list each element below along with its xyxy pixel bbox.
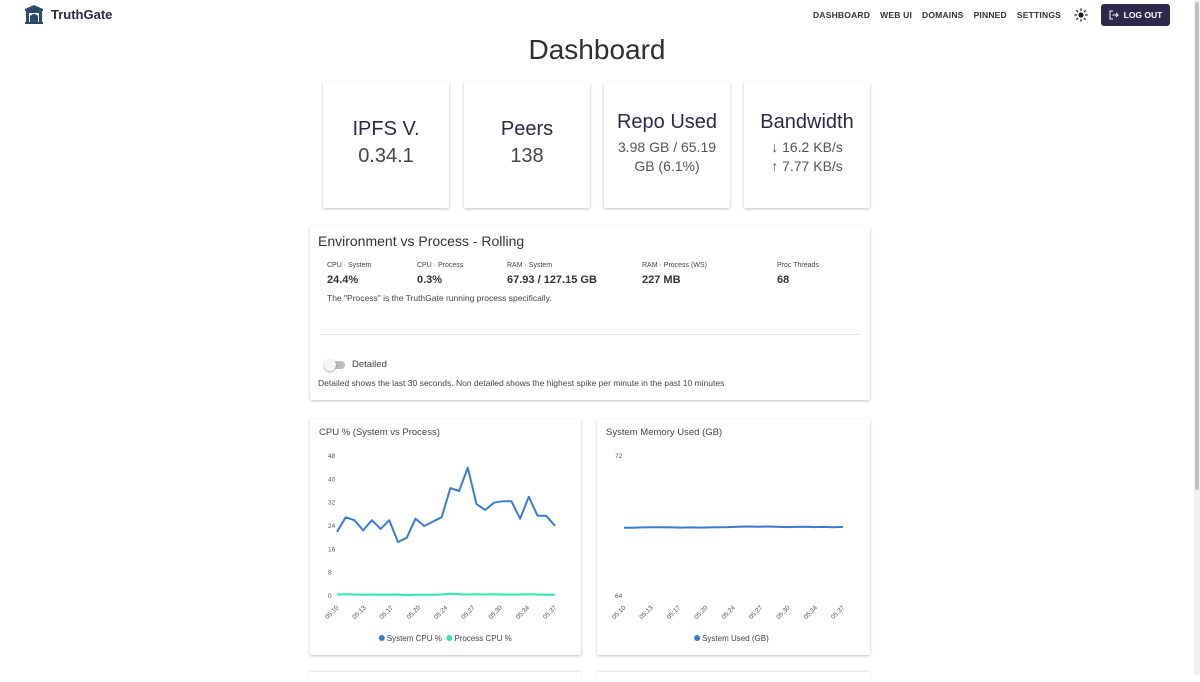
nav-pinned[interactable]: PINNED bbox=[974, 10, 1007, 20]
legend-label[interactable]: System Used (GB) bbox=[702, 634, 769, 643]
nav-dashboard[interactable]: DASHBOARD bbox=[813, 10, 870, 20]
stat-title: Bandwidth bbox=[760, 111, 854, 133]
x-tick-label: 05:17 bbox=[378, 604, 395, 621]
ipfs-version-card: IPFS V. 0.34.1 bbox=[323, 82, 449, 208]
metric-label: Proc Threads bbox=[777, 262, 819, 269]
x-tick-label: 05:17 bbox=[666, 604, 683, 621]
x-tick-label: 05:20 bbox=[693, 604, 710, 621]
nav-domains[interactable]: DOMAINS bbox=[922, 10, 964, 20]
environment-card: Environment vs Process - Rolling CPU · S… bbox=[310, 226, 870, 400]
metric-value: 67.93 / 127.15 GB bbox=[507, 274, 597, 286]
x-tick-label: 05:30 bbox=[775, 604, 792, 621]
stat-value: 138 bbox=[510, 145, 544, 167]
stat-value-line2: GB (6.1%) bbox=[634, 158, 700, 174]
metric-value: 68 bbox=[777, 274, 790, 286]
env-title: Environment vs Process - Rolling bbox=[318, 233, 525, 249]
metric-label: RAM · Process (WS) bbox=[642, 262, 707, 269]
metric-value: 24.4% bbox=[327, 274, 359, 286]
metric-label: RAM · System bbox=[507, 262, 553, 269]
bandwidth-down: ↓ 16.2 KB/s bbox=[771, 139, 843, 155]
stat-title: IPFS V. bbox=[352, 118, 420, 140]
brand[interactable]: TruthGate bbox=[24, 4, 112, 24]
cpu-chart-card: CPU % (System vs Process) 0 8 16 24 32 40 48 05… bbox=[310, 419, 581, 655]
stat-title: Repo Used bbox=[616, 111, 718, 133]
x-tick-label: 05:34 bbox=[803, 604, 820, 621]
metric-value: 227 MB bbox=[642, 274, 681, 286]
sun-icon bbox=[1074, 8, 1088, 22]
series-line bbox=[336, 592, 555, 597]
x-tick-label: 05:24 bbox=[433, 604, 450, 621]
scrollbar-thumb[interactable] bbox=[1195, 2, 1199, 490]
x-tick-label: 05:13 bbox=[351, 604, 368, 621]
detailed-toggle-label: Detailed bbox=[352, 359, 387, 370]
main-nav: DASHBOARD WEB UI DOMAINS PINNED SETTINGS… bbox=[803, 4, 1170, 26]
logout-button[interactable]: LOG OUT bbox=[1101, 4, 1170, 26]
metric-label: CPU · System bbox=[327, 262, 372, 269]
page-scrollbar[interactable] bbox=[1194, 0, 1200, 675]
y-tick-label: 16 bbox=[328, 546, 336, 553]
x-tick-label: 05:10 bbox=[611, 604, 628, 621]
metric-proc-threads: Proc Threads 68 bbox=[777, 262, 819, 286]
legend-marker[interactable] bbox=[378, 635, 385, 641]
y-tick-label: 8 bbox=[328, 570, 332, 577]
next-card-edge bbox=[597, 672, 870, 682]
page-title: Dashboard bbox=[528, 34, 666, 65]
metric-cpu-process: CPU · Process 0.3% bbox=[417, 262, 463, 286]
divider bbox=[320, 334, 860, 335]
legend-marker[interactable] bbox=[446, 635, 453, 641]
legend-label[interactable]: System CPU % bbox=[387, 634, 442, 643]
legend-label[interactable]: Process CPU % bbox=[454, 634, 511, 643]
y-tick-label: 48 bbox=[328, 453, 336, 460]
x-tick-label: 05:13 bbox=[638, 604, 655, 621]
stat-value: 0.34.1 bbox=[358, 145, 414, 167]
x-tick-label: 05:34 bbox=[515, 604, 532, 621]
temple-logo-icon bbox=[25, 5, 43, 24]
y-tick-label: 72 bbox=[615, 453, 623, 460]
y-tick-label: 24 bbox=[328, 523, 336, 530]
memory-chart-card: System Memory Used (GB) 64 72 05:10 05:13 05… bbox=[597, 419, 870, 655]
cpu-chart: 0 8 16 24 32 40 48 05:10 05:13 05:17 05:20 05:24 05:… bbox=[324, 453, 559, 643]
x-tick-label: 05:20 bbox=[406, 604, 423, 621]
x-tick-label: 05:27 bbox=[748, 604, 765, 621]
detailed-toggle[interactable] bbox=[324, 359, 345, 371]
legend-marker[interactable] bbox=[694, 635, 701, 641]
x-tick-label: 05:37 bbox=[830, 604, 847, 621]
bandwidth-up: ↑ 7.77 KB/s bbox=[771, 158, 843, 174]
series-line bbox=[624, 525, 844, 529]
app-name: TruthGate bbox=[51, 6, 113, 22]
logout-label: LOG OUT bbox=[1123, 10, 1163, 20]
x-tick-label: 05:27 bbox=[460, 604, 477, 621]
stat-title: Peers bbox=[500, 118, 554, 140]
metric-ram-system: RAM · System 67.93 / 127.15 GB bbox=[507, 262, 597, 286]
toggle-knob[interactable] bbox=[324, 359, 336, 371]
next-card-edge bbox=[310, 672, 581, 682]
y-tick-label: 0 bbox=[328, 593, 332, 600]
env-note: The "Process" is the TruthGate running p… bbox=[327, 293, 552, 303]
metric-cpu-system: CPU · System 24.4% bbox=[327, 262, 371, 286]
y-tick-label: 32 bbox=[328, 500, 336, 507]
metric-ram-process: RAM · Process (WS) 227 MB bbox=[642, 262, 707, 286]
bandwidth-card: Bandwidth ↓ 16.2 KB/s ↑ 7.77 KB/s bbox=[744, 82, 870, 208]
env-help-text: Detailed shows the last 30 seconds. Non … bbox=[318, 378, 725, 388]
stat-value-line1: 3.98 GB / 65.19 bbox=[617, 139, 717, 155]
x-tick-label: 05:24 bbox=[720, 604, 737, 621]
x-tick-label: 05:10 bbox=[324, 604, 341, 621]
nav-settings[interactable]: SETTINGS bbox=[1017, 10, 1061, 20]
memory-chart: 64 72 05:10 05:13 05:17 05:20 05:24 05:27 05:30 0… bbox=[611, 453, 847, 643]
nav-webui[interactable]: WEB UI bbox=[880, 10, 912, 20]
theme-toggle-button[interactable] bbox=[1073, 7, 1089, 23]
logout-icon bbox=[1109, 10, 1119, 20]
metric-value: 0.3% bbox=[417, 274, 443, 286]
peers-card: Peers 138 bbox=[464, 82, 590, 208]
series-line bbox=[336, 466, 556, 543]
top-bar: TruthGate DASHBOARD WEB UI DOMAINS PINNE… bbox=[0, 0, 1200, 30]
x-tick-label: 05:30 bbox=[487, 604, 504, 621]
metric-label: CPU · Process bbox=[417, 262, 464, 269]
y-tick-label: 40 bbox=[328, 476, 336, 483]
y-tick-label: 64 bbox=[615, 593, 623, 600]
repo-used-card: Repo Used 3.98 GB / 65.19 GB (6.1%) bbox=[604, 82, 730, 208]
x-tick-label: 05:37 bbox=[542, 604, 559, 621]
